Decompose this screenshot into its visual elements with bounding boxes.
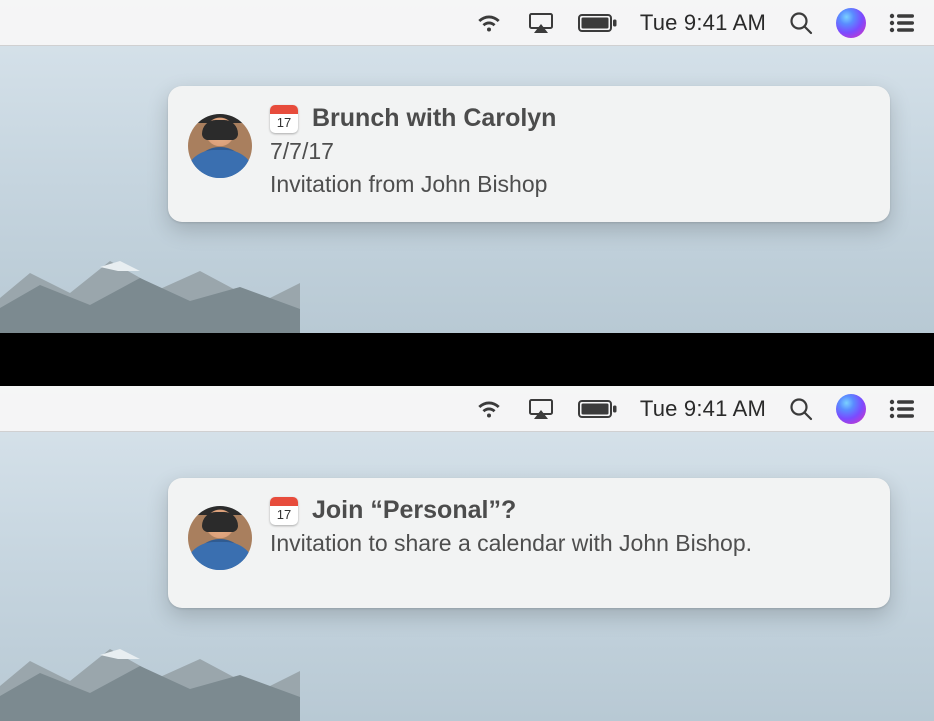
desktop-mountain-decoration <box>0 243 300 333</box>
calendar-share-notification[interactable]: Join “Personal”? Invitation to share a c… <box>168 478 890 608</box>
notification-center-icon[interactable] <box>888 12 916 34</box>
notification-center-icon[interactable] <box>888 398 916 420</box>
panel-divider <box>0 333 934 386</box>
notification-body: Brunch with Carolyn 7/7/17 Invitation fr… <box>270 102 870 202</box>
contact-avatar <box>188 114 252 178</box>
contact-avatar <box>188 506 252 570</box>
wifi-icon[interactable] <box>474 397 504 421</box>
notification-body: Join “Personal”? Invitation to share a c… <box>270 494 870 560</box>
notification-title: Brunch with Carolyn <box>312 104 556 133</box>
spotlight-search-icon[interactable] <box>788 396 814 422</box>
wifi-icon[interactable] <box>474 11 504 35</box>
spotlight-search-icon[interactable] <box>788 10 814 36</box>
calendar-app-icon <box>270 105 298 133</box>
battery-icon[interactable] <box>578 13 618 33</box>
airplay-icon[interactable] <box>526 397 556 421</box>
notification-subtitle: Invitation to share a calendar with John… <box>270 527 870 560</box>
menu-bar-datetime[interactable]: Tue 9:41 AM <box>640 10 766 36</box>
notification-subtitle: Invitation from John Bishop <box>270 168 870 201</box>
calendar-app-icon <box>270 497 298 525</box>
siri-icon[interactable] <box>836 394 866 424</box>
menu-bar-datetime[interactable]: Tue 9:41 AM <box>640 396 766 422</box>
notification-title: Join “Personal”? <box>312 496 516 525</box>
menu-bar: Tue 9:41 AM <box>0 386 934 432</box>
airplay-icon[interactable] <box>526 11 556 35</box>
desktop-mountain-decoration <box>0 631 300 721</box>
screenshot-panel-1: Tue 9:41 AM Brunch with Carolyn 7/7/17 I… <box>0 0 934 333</box>
menu-bar: Tue 9:41 AM <box>0 0 934 46</box>
battery-icon[interactable] <box>578 399 618 419</box>
siri-icon[interactable] <box>836 8 866 38</box>
calendar-event-notification[interactable]: Brunch with Carolyn 7/7/17 Invitation fr… <box>168 86 890 222</box>
notification-date: 7/7/17 <box>270 135 870 168</box>
screenshot-panel-2: Tue 9:41 AM Join “Personal”? Invitation … <box>0 386 934 721</box>
